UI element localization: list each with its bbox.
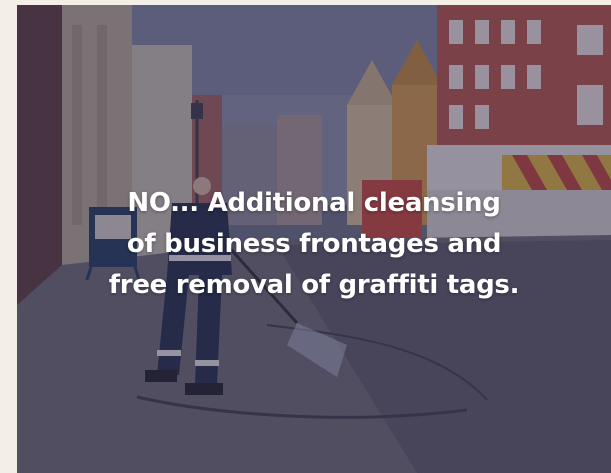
hero-headline: NO... Additional cleansing of business f… [77, 183, 551, 306]
headline-line: free removal of graffiti tags. [108, 270, 520, 300]
headline-line: NO... Additional cleansing [127, 188, 501, 218]
headline-line: of business frontages and [126, 229, 502, 259]
hero-card: NO... Additional cleansing of business f… [17, 5, 611, 473]
